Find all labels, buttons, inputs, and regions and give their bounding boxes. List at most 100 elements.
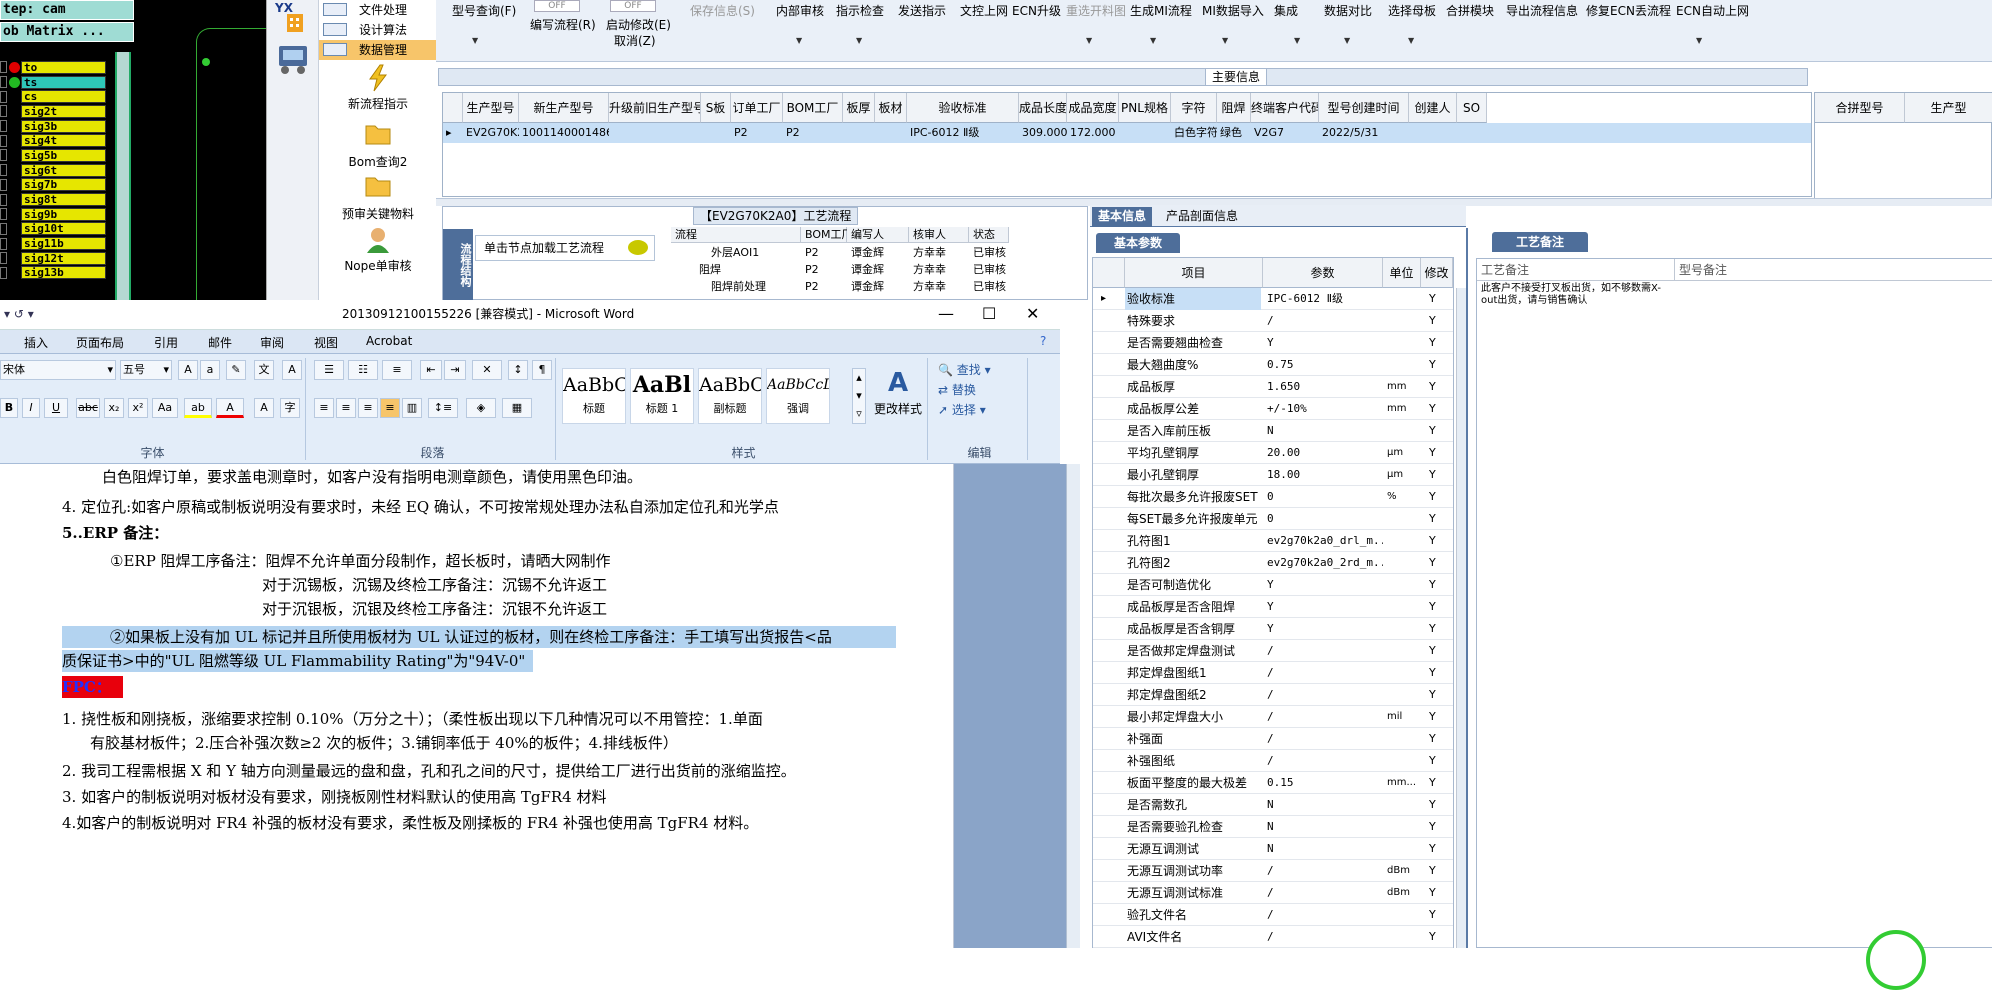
toolbar-button[interactable]: 选择母板 bbox=[1388, 4, 1436, 19]
param-value[interactable]: / bbox=[1265, 904, 1383, 926]
layer-checkbox[interactable] bbox=[0, 237, 7, 250]
parameter-row[interactable]: 是否入库前压板 N Y bbox=[1093, 420, 1453, 442]
dropdown-caret-icon[interactable]: ▼ bbox=[856, 36, 862, 45]
layer-row[interactable]: sig5b bbox=[0, 148, 106, 163]
col-unit[interactable]: 单位 bbox=[1383, 258, 1421, 288]
highlight-icon[interactable]: ab bbox=[184, 398, 212, 418]
machine-icon[interactable] bbox=[273, 42, 313, 78]
load-workflow-button[interactable]: 单击节点加载工艺流程 bbox=[475, 235, 655, 261]
layer-row[interactable]: sig12t bbox=[0, 251, 106, 266]
strikethrough-icon[interactable]: abc bbox=[76, 398, 100, 418]
tab-basic-info[interactable]: 基本信息 bbox=[1092, 207, 1153, 227]
parameter-row[interactable]: 是否需要验孔检查 N Y bbox=[1093, 816, 1453, 838]
column-header[interactable]: 终端客户代码 bbox=[1251, 93, 1319, 123]
off-toggle[interactable]: OFF bbox=[534, 0, 580, 12]
parameter-row[interactable]: 邦定焊盘图纸2 / Y bbox=[1093, 684, 1453, 706]
char-shading-icon[interactable]: A bbox=[254, 398, 274, 418]
tab-review[interactable]: 审阅 bbox=[260, 334, 284, 351]
parameter-row[interactable]: 孔符图2 ev2g70k2a0_2rd_m... Y bbox=[1093, 552, 1453, 574]
toolbar-button[interactable]: 合拼模块 bbox=[1446, 4, 1494, 19]
layer-row[interactable]: sig6t bbox=[0, 163, 106, 178]
param-value[interactable]: Y bbox=[1265, 618, 1383, 640]
tab-process-notes[interactable]: 工艺备注 bbox=[1492, 232, 1589, 252]
quick-access-icons[interactable]: ▾ ↺ ▾ bbox=[4, 300, 34, 328]
param-value[interactable]: Y bbox=[1265, 596, 1383, 618]
toolbar-button[interactable]: 启动修改(E) bbox=[606, 18, 671, 33]
layer-checkbox[interactable] bbox=[0, 193, 7, 206]
workflow-column-header[interactable]: 流程 bbox=[671, 227, 801, 243]
parameter-row[interactable]: 最大翘曲度% 0.75 Y bbox=[1093, 354, 1453, 376]
justify-icon[interactable]: ≡ bbox=[380, 398, 400, 418]
param-value[interactable]: N bbox=[1265, 816, 1383, 838]
layer-row[interactable]: sig11b bbox=[0, 236, 106, 251]
tab-basic-params[interactable]: 基本参数 bbox=[1096, 233, 1181, 253]
column-header[interactable]: 创建人 bbox=[1409, 93, 1457, 123]
change-styles-button[interactable]: A 更改样式 bbox=[870, 366, 926, 417]
parameter-row[interactable]: 成品板厚公差 +/-10% mm Y bbox=[1093, 398, 1453, 420]
notes-grid[interactable]: 工艺备注 型号备注 此客户不接受打叉板出货，如不够数需X-out出货，请与销售确… bbox=[1476, 258, 1992, 948]
param-value[interactable]: 18.00 bbox=[1265, 464, 1383, 486]
style-subtitle[interactable]: AaBbC 副标题 bbox=[698, 368, 762, 424]
tab-references[interactable]: 引用 bbox=[154, 334, 178, 351]
layer-row[interactable]: sig2t bbox=[0, 104, 106, 119]
toolbar-button[interactable]: 修复ECN丢流程 bbox=[1586, 4, 1671, 19]
dropdown-caret-icon[interactable]: ▼ bbox=[1150, 36, 1156, 45]
parameter-row[interactable]: 平均孔壁铜厚 20.00 μm Y bbox=[1093, 442, 1453, 464]
workflow-column-header[interactable]: 状态 bbox=[969, 227, 1009, 243]
toolbar-button[interactable]: 集成 bbox=[1274, 4, 1298, 19]
char-border-icon[interactable]: A bbox=[282, 360, 302, 380]
toolbar-button[interactable]: 数据对比 bbox=[1324, 4, 1372, 19]
param-value[interactable]: IPC-6012 Ⅱ级 bbox=[1265, 288, 1383, 310]
param-value[interactable]: ev2g70k2a0_2rd_m... bbox=[1265, 552, 1383, 574]
distribute-icon[interactable]: ▥ bbox=[402, 398, 422, 418]
column-header[interactable]: 型号创建时间 bbox=[1319, 93, 1409, 123]
layer-checkbox[interactable] bbox=[0, 105, 7, 118]
tile-nope-review[interactable]: Nope单审核 bbox=[319, 226, 437, 274]
layer-checkbox[interactable] bbox=[0, 149, 7, 162]
document-page[interactable]: 白色阻焊订单，要求盖电测章时，如客户没有指明电测章颜色，请使用黑色印油。 4. … bbox=[0, 464, 954, 948]
bold-icon[interactable]: B bbox=[0, 398, 18, 418]
align-center-icon[interactable]: ≡ bbox=[336, 398, 356, 418]
toolbar-button[interactable]: 文控上网 bbox=[960, 4, 1008, 19]
layer-checkbox[interactable] bbox=[0, 120, 7, 133]
increase-indent-icon[interactable]: ⇥ bbox=[444, 360, 466, 380]
dropdown-caret-icon[interactable]: ▼ bbox=[1294, 36, 1300, 45]
parameter-row[interactable]: 邦定焊盘图纸1 / Y bbox=[1093, 662, 1453, 684]
tab-acrobat[interactable]: Acrobat bbox=[366, 334, 412, 348]
param-value[interactable]: 0.75 bbox=[1265, 354, 1383, 376]
param-value[interactable]: / bbox=[1265, 706, 1383, 728]
layer-checkbox[interactable] bbox=[0, 222, 7, 235]
nav-item-design[interactable]: 设计算法 bbox=[319, 20, 437, 40]
parameter-row[interactable]: 板面平整度的最大极差 0.15 mm... Y bbox=[1093, 772, 1453, 794]
merge-grid[interactable]: 合拼型号 生产型 bbox=[1814, 92, 1992, 200]
layer-checkbox[interactable] bbox=[0, 208, 7, 221]
layer-checkbox[interactable] bbox=[0, 61, 7, 74]
layer-checkbox[interactable] bbox=[0, 266, 7, 279]
style-emphasis[interactable]: AaBbCcDd强调 bbox=[766, 368, 830, 424]
param-value[interactable]: N bbox=[1265, 420, 1383, 442]
column-header[interactable]: 订单工厂 bbox=[731, 93, 783, 123]
parameter-scrollbar[interactable] bbox=[1456, 288, 1466, 948]
toolbar-button[interactable]: ECN自动上网 bbox=[1676, 4, 1749, 19]
toolbar-button[interactable]: 保存信息(S) bbox=[690, 4, 755, 19]
parameter-row[interactable]: 最小邦定焊盘大小 / mil Y bbox=[1093, 706, 1453, 728]
parameter-row[interactable]: 成品板厚 1.650 mm Y bbox=[1093, 376, 1453, 398]
font-size-select[interactable]: 五号 ▾ bbox=[120, 360, 172, 380]
parameter-row[interactable]: 是否需数孔 N Y bbox=[1093, 794, 1453, 816]
param-value[interactable]: / bbox=[1265, 310, 1383, 332]
param-value[interactable]: +/-10% bbox=[1265, 398, 1383, 420]
style-title[interactable]: AaBbC 标题 bbox=[562, 368, 626, 424]
workflow-column-header[interactable]: 核审人 bbox=[909, 227, 969, 243]
layer-row[interactable]: sig7b bbox=[0, 178, 106, 193]
param-value[interactable]: 1.650 bbox=[1265, 376, 1383, 398]
layer-row[interactable]: sig8t bbox=[0, 192, 106, 207]
toolbar-button[interactable]: 生成MI流程 bbox=[1130, 4, 1192, 19]
main-info-grid[interactable]: ▸ 生产型号 EV2G70K2A0新生产型号 10011400014866升级前旧生产… bbox=[442, 92, 1812, 197]
tab-mailings[interactable]: 邮件 bbox=[208, 334, 232, 351]
column-header[interactable]: 板厚 bbox=[843, 93, 875, 123]
column-header[interactable]: S板 bbox=[701, 93, 731, 123]
superscript-icon[interactable]: x² bbox=[128, 398, 148, 418]
toolbar-button[interactable]: 指示检查 bbox=[836, 4, 884, 19]
off-toggle[interactable]: OFF bbox=[610, 0, 656, 12]
merge-col-header[interactable]: 合拼型号 bbox=[1815, 93, 1905, 123]
